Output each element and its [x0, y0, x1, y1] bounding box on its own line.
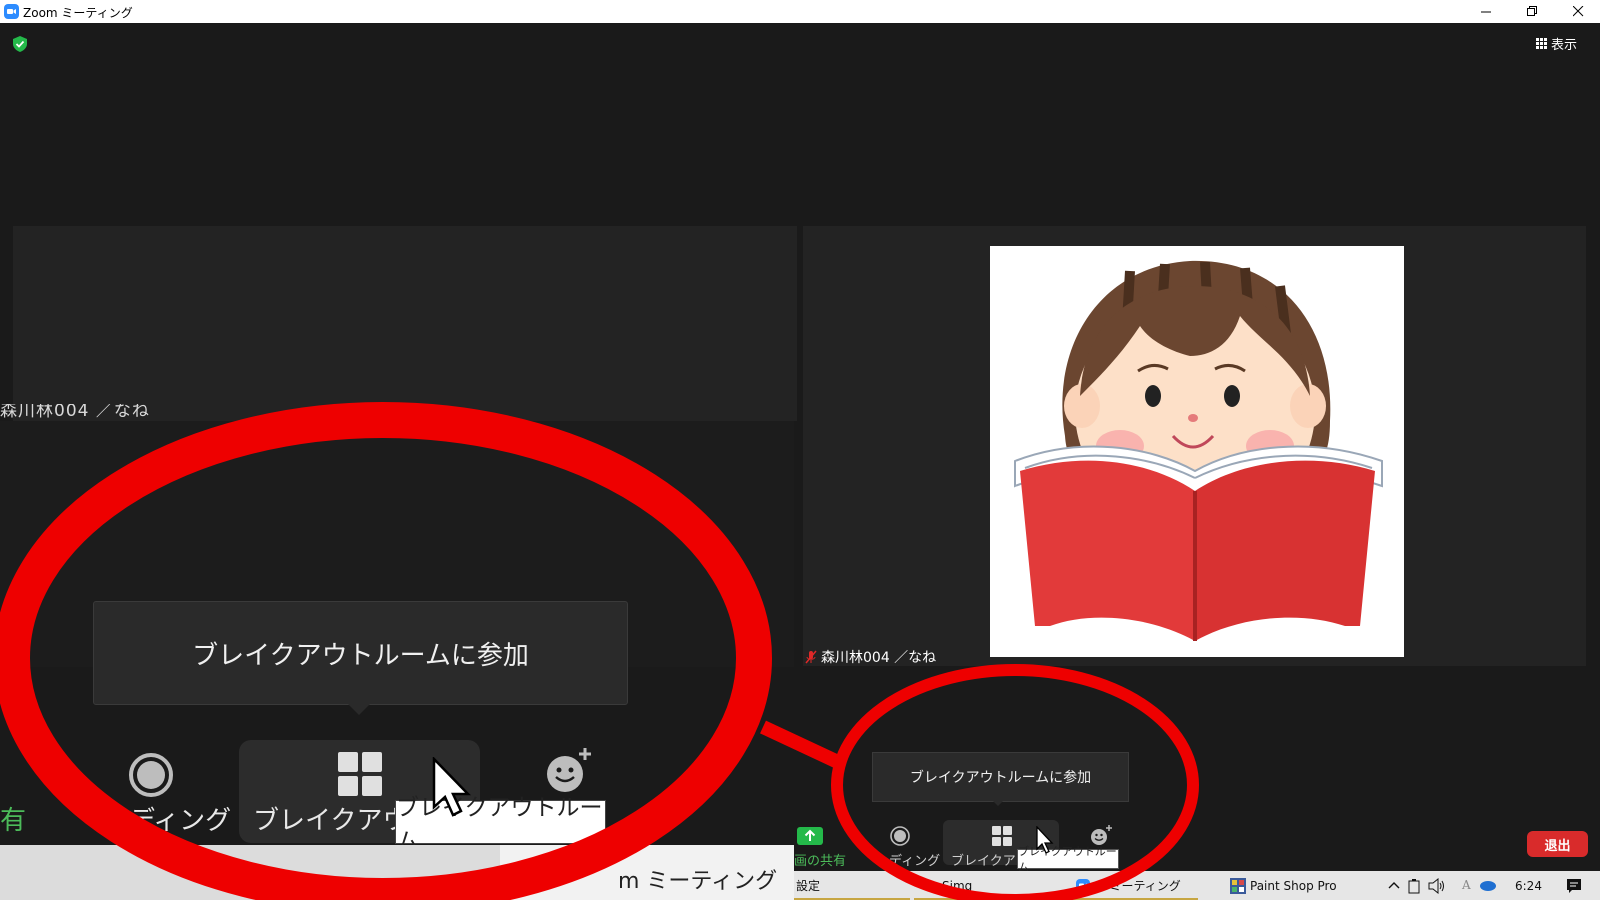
speaker-icon[interactable] — [1428, 878, 1446, 894]
record-label: ーディング — [876, 854, 941, 869]
zoomed-record-label: ーディング — [103, 806, 232, 836]
zoomed-taskbar-item-zoom: m ミーティング — [618, 869, 778, 894]
record-icon[interactable] — [890, 826, 910, 846]
taskbar-item-zoom[interactable]: m ミーティング — [1076, 871, 1181, 900]
zoomed-share-label: 有 — [0, 806, 27, 836]
taskbar-item-settings-label: 設定 — [796, 879, 821, 893]
chevron-up-icon[interactable] — [1388, 881, 1400, 889]
paint-shop-pro-icon — [1230, 877, 1246, 894]
battery-icon[interactable] — [1408, 878, 1420, 894]
grid-icon — [1536, 38, 1547, 49]
view-button[interactable]: 表示 — [1536, 34, 1577, 53]
notifications-icon[interactable] — [1566, 878, 1582, 894]
zoom-app-icon — [4, 4, 19, 19]
participant-name-right-label: 森川林004 ／なね — [821, 650, 937, 666]
taskbar-item-simg-label: Simg — [942, 878, 973, 893]
share-screen-icon[interactable] — [797, 827, 823, 845]
zoomed-join-breakout-tooltip: ブレイクアウトルームに参加 — [93, 601, 628, 705]
cursor-icon — [1036, 826, 1054, 854]
taskbar-item-paintshop-label: Paint Shop Pro — [1250, 878, 1337, 893]
zoomed-breakout-hover-tooltip: ブレイクアウトルーム — [395, 795, 606, 855]
girl-reading-illustration — [1014, 260, 1383, 641]
zoomed-taskbar-crop: Simg m ミーティング — [0, 845, 794, 900]
breakout-hover-tooltip: ブレイクアウトルーム — [1017, 845, 1119, 874]
zoomed-taskbar-zoom-icon — [523, 861, 551, 889]
participant-name-right: 森川林004 ／なね — [805, 647, 936, 667]
window-titlebar: Zoom ミーティング — [0, 0, 1600, 23]
share-screen-label: 画の共有 — [794, 854, 847, 869]
restore-button[interactable] — [1509, 0, 1555, 23]
leave-meeting-button[interactable]: 退出 — [1527, 831, 1588, 857]
cloud-icon[interactable] — [1479, 879, 1497, 892]
taskbar-item-simg[interactable]: Simg — [942, 871, 972, 900]
breakout-grid-icon — [992, 826, 1012, 846]
zoomed-breakout-grid-icon — [338, 752, 382, 796]
view-label: 表示 — [1551, 38, 1578, 53]
zoomed-tooltip-tail — [347, 703, 371, 715]
close-button[interactable] — [1555, 0, 1600, 23]
restore-icon — [1526, 6, 1537, 16]
security-shield-icon[interactable] — [13, 36, 27, 52]
zoomed-reaction-icon[interactable] — [545, 746, 595, 794]
windows-taskbar: 設定 Simg m ミーティング Paint Shop Pro A 6:24 — [794, 871, 1600, 900]
join-breakout-tooltip-tail — [992, 800, 1004, 806]
minimize-button[interactable] — [1463, 0, 1509, 23]
clock-time[interactable]: 6:24 — [1515, 879, 1542, 893]
minimize-icon — [1480, 11, 1491, 13]
close-icon — [1572, 6, 1583, 17]
window-title: Zoom ミーティング — [23, 6, 133, 20]
ime-indicator[interactable]: A — [1462, 878, 1471, 892]
join-breakout-tooltip: ブレイクアウトルームに参加 — [872, 752, 1129, 802]
taskbar-zoom-icon — [1076, 878, 1090, 893]
muted-mic-icon — [805, 650, 817, 664]
zoomed-record-icon — [129, 753, 173, 797]
participant-avatar — [990, 246, 1404, 657]
zoomed-cursor-icon — [432, 757, 471, 817]
taskbar-item-zoom-label: m ミーティング — [1094, 879, 1181, 893]
taskbar-item-paintshop[interactable]: Paint Shop Pro — [1230, 871, 1337, 900]
taskbar-item-settings[interactable]: 設定 — [796, 871, 820, 900]
zoomed-taskbar-item-simg: Simg — [236, 865, 292, 890]
video-tile-left — [13, 226, 797, 421]
